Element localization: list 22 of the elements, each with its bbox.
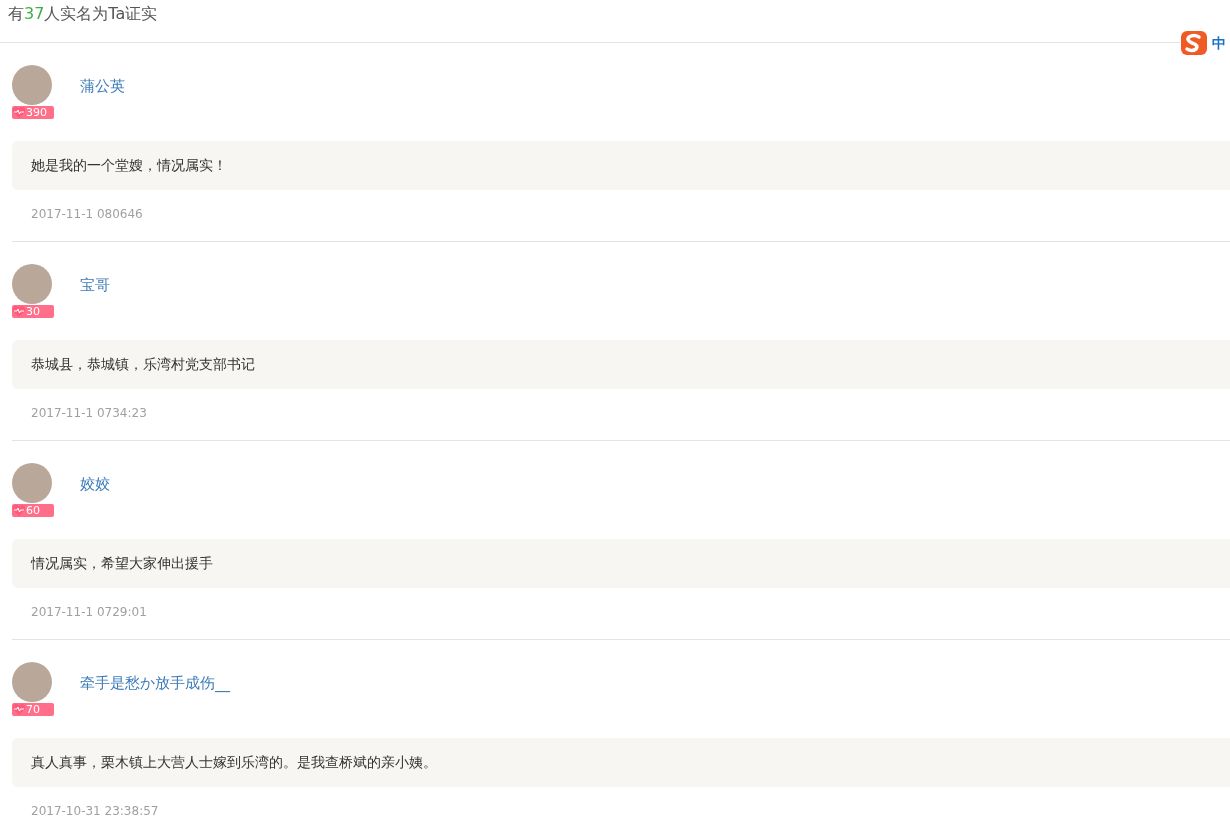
- heart-score-badge: 60: [12, 504, 54, 517]
- heart-score-badge: 30: [12, 305, 54, 318]
- user-name-link[interactable]: 蒲公英: [80, 75, 125, 119]
- avatar-photo-placeholder: [12, 662, 52, 702]
- comment-timestamp: 2017-11-1 0734:23: [31, 405, 148, 422]
- user-name-link[interactable]: 姣姣: [80, 473, 110, 517]
- avatar-photo-placeholder: [12, 463, 52, 503]
- avatar-photo-placeholder: [12, 264, 52, 304]
- avatar-photo-placeholder: [12, 65, 52, 105]
- comment-bubble: 真人真事，栗木镇上大营人士嫁到乐湾的。是我查桥斌的亲小姨。: [12, 738, 1230, 787]
- comment-bubble: 恭城县，恭城镇，乐湾村党支部书记: [12, 340, 1230, 389]
- comment-bubble: 情况属实，希望大家伸出援手: [12, 539, 1230, 588]
- comment-timestamp: 2017-10-31 23:38:57: [31, 803, 160, 820]
- user-name-link[interactable]: 牵手是愁か放手成伤__: [80, 672, 230, 716]
- heart-score-badge: 390: [12, 106, 54, 119]
- ime-logo-icon[interactable]: [1180, 30, 1208, 56]
- verification-count-text: 有37人实名为Ta证实: [8, 4, 158, 23]
- comment-bubble: 她是我的一个堂嫂，情况属实！: [12, 141, 1230, 190]
- comment-timestamp: 2017-11-1 0729:01: [31, 604, 148, 621]
- comment-timestamp: 2017-11-1 080646: [31, 206, 144, 223]
- heart-score-badge: 70: [12, 703, 54, 716]
- user-name-link[interactable]: 宝哥: [80, 274, 110, 318]
